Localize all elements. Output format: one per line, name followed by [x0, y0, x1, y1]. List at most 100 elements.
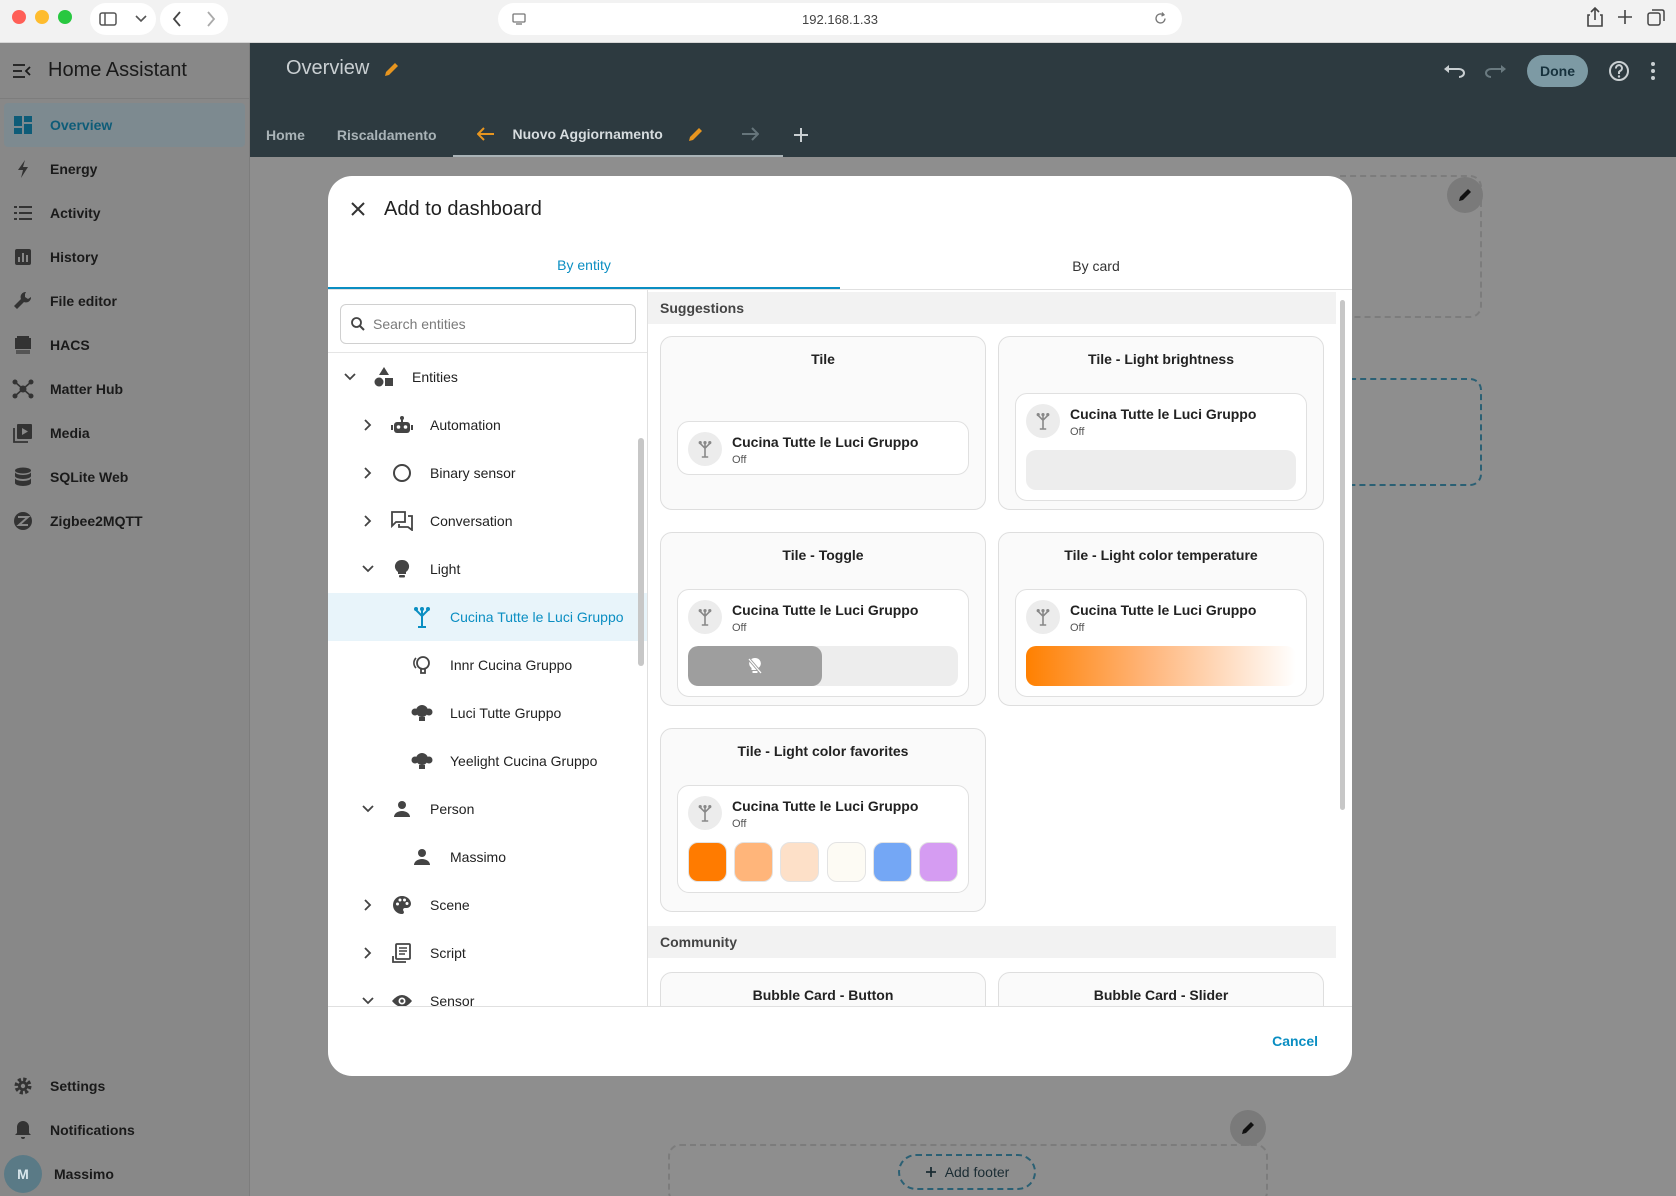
- add-footer-button[interactable]: Add footer: [898, 1154, 1036, 1190]
- add-view-button[interactable]: [783, 113, 825, 157]
- tile-preview: Cucina Tutte le Luci Gruppo Off: [1015, 589, 1307, 697]
- chevron-down-icon: [135, 15, 147, 23]
- tab-label: Nuovo Aggiornamento: [512, 126, 663, 142]
- sidebar-item-label: Notifications: [50, 1122, 135, 1138]
- zoom-window-button[interactable]: [58, 10, 72, 24]
- tree-node-script[interactable]: Script: [328, 929, 647, 977]
- address-bar[interactable]: 192.168.1.33: [498, 3, 1182, 35]
- help-icon[interactable]: [1608, 60, 1630, 82]
- sidebar-item-matter-hub[interactable]: Matter Hub: [0, 367, 249, 411]
- app-title: Home Assistant: [48, 59, 187, 81]
- new-tab-icon[interactable]: [1616, 6, 1634, 28]
- sidebar-item-label: Overview: [50, 117, 113, 133]
- card-tile-color-temperature[interactable]: Tile - Light color temperature Cucina Tu…: [998, 532, 1324, 706]
- lightbulb-multiple-icon: [411, 705, 433, 721]
- close-window-button[interactable]: [12, 10, 26, 24]
- tree-entity-yeelight-cucina[interactable]: Yeelight Cucina Gruppo: [328, 737, 647, 785]
- card-bubble-button[interactable]: Bubble Card - Button: [660, 972, 986, 1006]
- pencil-icon[interactable]: [383, 60, 401, 78]
- tree-label: Light: [430, 561, 461, 577]
- tab-by-card[interactable]: By card: [840, 242, 1352, 289]
- tab-home[interactable]: Home: [250, 113, 321, 157]
- sidebar-toggle-button[interactable]: [90, 3, 156, 35]
- cancel-button[interactable]: Cancel: [1272, 1033, 1318, 1049]
- tree-entity-innr-cucina[interactable]: Innr Cucina Gruppo: [328, 641, 647, 689]
- ceiling-light-icon: [1026, 600, 1060, 634]
- tile-entity-name: Cucina Tutte le Luci Gruppo: [1070, 602, 1257, 618]
- done-button[interactable]: Done: [1527, 55, 1588, 87]
- database-icon: [15, 467, 31, 486]
- gear-icon: [14, 1077, 32, 1095]
- suggestions-scrollbar[interactable]: [1340, 300, 1345, 810]
- entity-picker-pane: Entities Automation Binary sensor Conver…: [328, 290, 648, 1006]
- minimize-window-button[interactable]: [35, 10, 49, 24]
- tree-node-light[interactable]: Light: [328, 545, 647, 593]
- tree-entity-massimo[interactable]: Massimo: [328, 833, 647, 881]
- tree-node-automation[interactable]: Automation: [328, 401, 647, 449]
- sidebar-item-notifications[interactable]: Notifications: [0, 1108, 250, 1152]
- brightness-slider: [1026, 450, 1296, 490]
- tree-scrollbar[interactable]: [638, 438, 644, 666]
- color-swatch: [688, 842, 727, 882]
- tab-by-entity[interactable]: By entity: [328, 242, 840, 289]
- sidebar-item-energy[interactable]: Energy: [0, 147, 249, 191]
- tree-node-binary-sensor[interactable]: Binary sensor: [328, 449, 647, 497]
- sidebar-item-settings[interactable]: Settings: [0, 1064, 250, 1108]
- sidebar-item-profile[interactable]: M Massimo: [0, 1152, 250, 1196]
- close-icon[interactable]: [350, 201, 366, 217]
- section-edit-button[interactable]: [1447, 177, 1483, 213]
- ceiling-light-icon: [1026, 404, 1060, 438]
- sidebar-item-file-editor[interactable]: File editor: [0, 279, 249, 323]
- color-swatch: [734, 842, 774, 882]
- tab-nuovo-aggiornamento[interactable]: Nuovo Aggiornamento: [452, 113, 783, 157]
- forward-arrow-icon[interactable]: [206, 11, 216, 27]
- person-icon: [394, 801, 410, 817]
- search-input[interactable]: [373, 316, 623, 332]
- list-icon: [14, 206, 32, 220]
- pencil-icon[interactable]: [687, 125, 705, 143]
- chevron-right-icon: [364, 947, 372, 959]
- redo-icon[interactable]: [1485, 64, 1507, 78]
- script-icon: [392, 943, 411, 963]
- tree-entity-cucina-tutte[interactable]: Cucina Tutte le Luci Gruppo: [328, 593, 647, 641]
- lightbulb-icon: [394, 559, 410, 578]
- tree-node-person[interactable]: Person: [328, 785, 647, 833]
- search-icon: [351, 317, 365, 331]
- card-tile-toggle[interactable]: Tile - Toggle Cucina Tutte le Luci Grupp…: [660, 532, 986, 706]
- sidebar-item-history[interactable]: History: [0, 235, 249, 279]
- sidebar-item-sqlite-web[interactable]: SQLite Web: [0, 455, 249, 499]
- sidebar-item-hacs[interactable]: HACS: [0, 323, 249, 367]
- tree-node-sensor[interactable]: Sensor: [328, 977, 647, 1006]
- sidebar-item-activity[interactable]: Activity: [0, 191, 249, 235]
- sidebar-item-label: SQLite Web: [50, 469, 129, 485]
- search-box[interactable]: [340, 304, 636, 344]
- shapes-icon: [374, 367, 393, 387]
- tree-node-entities[interactable]: Entities: [328, 353, 647, 401]
- tab-overview-icon[interactable]: [1646, 6, 1666, 28]
- tree-node-conversation[interactable]: Conversation: [328, 497, 647, 545]
- card-tile-color-favorites[interactable]: Tile - Light color favorites Cucina Tutt…: [660, 728, 986, 912]
- undo-icon[interactable]: [1443, 64, 1465, 78]
- menu-collapse-icon[interactable]: [12, 63, 32, 79]
- share-icon[interactable]: [1586, 6, 1604, 28]
- community-header: Community: [648, 926, 1336, 958]
- add-to-dashboard-dialog: Add to dashboard By entity By card Entit…: [328, 176, 1352, 1076]
- ceiling-light-icon: [688, 796, 722, 830]
- footer-edit-button[interactable]: [1230, 1110, 1266, 1146]
- card-tile[interactable]: Tile Cucina Tutte le Luci Gruppo Off: [660, 336, 986, 510]
- reload-icon[interactable]: [1153, 11, 1168, 26]
- page-settings-icon[interactable]: [512, 12, 526, 26]
- tree-entity-luci-tutte[interactable]: Luci Tutte Gruppo: [328, 689, 647, 737]
- back-arrow-icon[interactable]: [172, 11, 182, 27]
- sidebar-item-zigbee2mqtt[interactable]: Zigbee2MQTT: [0, 499, 249, 543]
- sidebar-item-overview[interactable]: Overview: [4, 103, 245, 147]
- card-tile-brightness[interactable]: Tile - Light brightness Cucina Tutte le …: [998, 336, 1324, 510]
- more-vertical-icon[interactable]: [1650, 61, 1656, 81]
- sidebar-item-label: History: [50, 249, 99, 265]
- tab-riscaldamento[interactable]: Riscaldamento: [321, 113, 453, 157]
- move-left-arrow-icon[interactable]: [476, 127, 495, 141]
- sidebar-item-media[interactable]: Media: [0, 411, 249, 455]
- tree-node-scene[interactable]: Scene: [328, 881, 647, 929]
- move-right-arrow-icon[interactable]: [741, 127, 759, 141]
- card-bubble-slider[interactable]: Bubble Card - Slider: [998, 972, 1324, 1006]
